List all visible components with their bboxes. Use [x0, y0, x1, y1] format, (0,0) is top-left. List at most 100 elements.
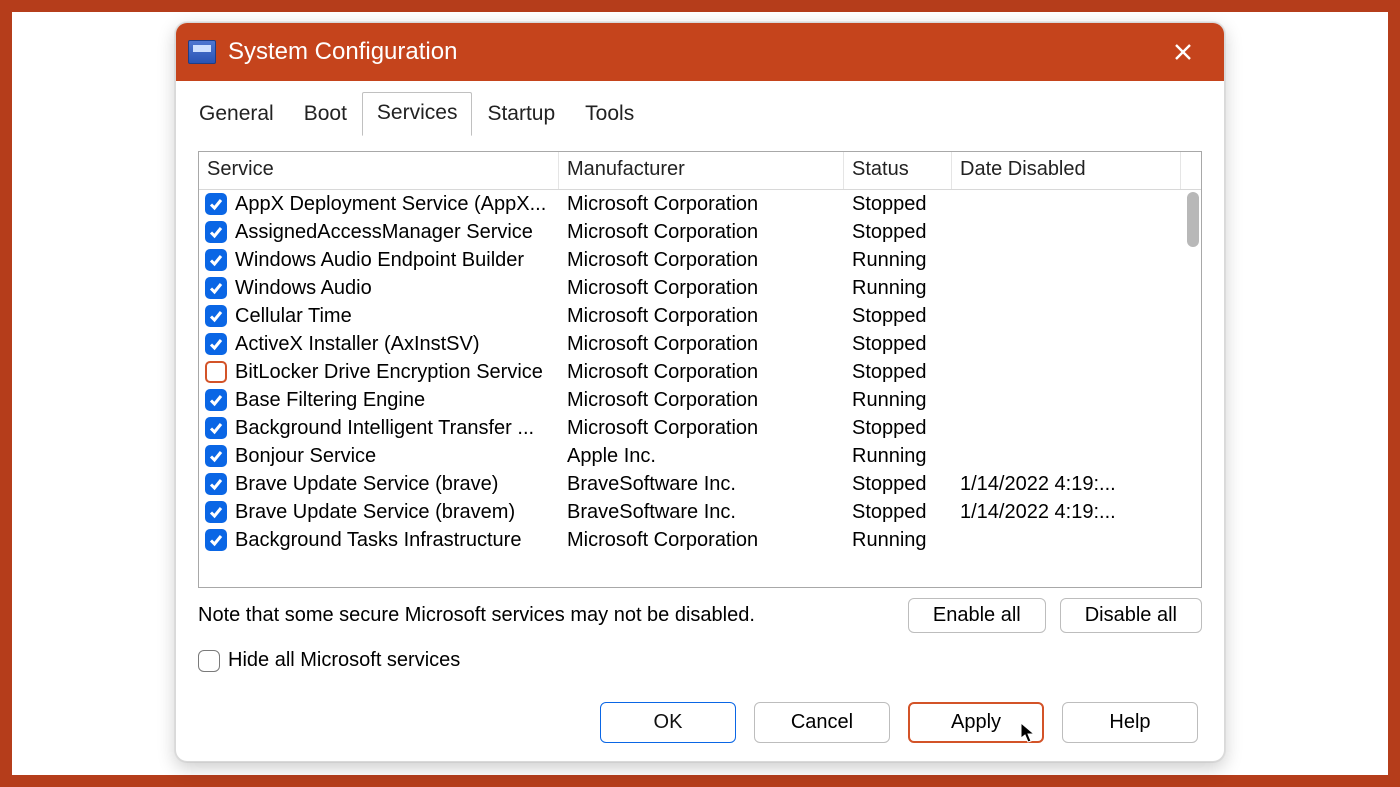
service-checkbox[interactable]: [205, 417, 227, 439]
apply-button[interactable]: Apply: [908, 702, 1044, 743]
service-row[interactable]: Background Intelligent Transfer ... Micro…: [199, 414, 1201, 442]
service-name: Windows Audio Endpoint Builder: [235, 249, 524, 272]
service-name: Background Tasks Infrastructure: [235, 529, 521, 552]
service-status: Stopped: [844, 190, 952, 218]
services-list: Service Manufacturer Status Date Disable…: [198, 151, 1202, 588]
service-date-disabled: [952, 230, 1181, 235]
col-status[interactable]: Status: [844, 152, 952, 189]
service-name: BitLocker Drive Encryption Service: [235, 361, 543, 384]
service-checkbox[interactable]: [205, 249, 227, 271]
window-title: System Configuration: [228, 38, 1160, 66]
service-name: AppX Deployment Service (AppX...: [235, 193, 546, 216]
service-manufacturer: Microsoft Corporation: [559, 358, 844, 386]
service-status: Stopped: [844, 414, 952, 442]
service-checkbox[interactable]: [205, 361, 227, 383]
service-checkbox[interactable]: [205, 473, 227, 495]
service-name: Brave Update Service (brave): [235, 473, 498, 496]
ok-button[interactable]: OK: [600, 702, 736, 743]
tab-services[interactable]: Services: [362, 92, 473, 136]
service-date-disabled: 1/14/2022 4:19:...: [952, 498, 1181, 526]
service-manufacturer: Microsoft Corporation: [559, 526, 844, 554]
service-date-disabled: [952, 454, 1181, 459]
service-checkbox[interactable]: [205, 389, 227, 411]
service-manufacturer: Microsoft Corporation: [559, 218, 844, 246]
service-row[interactable]: Brave Update Service (brave) BraveSoftwar…: [199, 470, 1201, 498]
service-date-disabled: [952, 342, 1181, 347]
col-service[interactable]: Service: [199, 152, 559, 189]
service-status: Running: [844, 246, 952, 274]
service-checkbox[interactable]: [205, 221, 227, 243]
tab-startup[interactable]: Startup: [472, 93, 570, 136]
service-status: Stopped: [844, 358, 952, 386]
service-date-disabled: [952, 538, 1181, 543]
service-row[interactable]: Bonjour Service Apple Inc.Running: [199, 442, 1201, 470]
col-date-disabled[interactable]: Date Disabled: [952, 152, 1181, 189]
service-row[interactable]: Base Filtering EngineMicrosoft Corporati…: [199, 386, 1201, 414]
service-manufacturer: Microsoft Corporation: [559, 386, 844, 414]
service-manufacturer: Microsoft Corporation: [559, 330, 844, 358]
close-icon: [1174, 43, 1192, 61]
service-row[interactable]: Background Tasks Infrastructure Microsoft…: [199, 526, 1201, 554]
help-button[interactable]: Help: [1062, 702, 1198, 743]
service-checkbox[interactable]: [205, 305, 227, 327]
tab-general[interactable]: General: [184, 93, 289, 136]
service-row[interactable]: AssignedAccessManager ServiceMicrosoft C…: [199, 218, 1201, 246]
service-manufacturer: Microsoft Corporation: [559, 414, 844, 442]
service-checkbox[interactable]: [205, 501, 227, 523]
service-name: Windows Audio: [235, 277, 372, 300]
service-status: Stopped: [844, 302, 952, 330]
service-status: Running: [844, 274, 952, 302]
scrollbar-thumb[interactable]: [1187, 192, 1199, 247]
app-icon: [188, 40, 216, 64]
title-bar: System Configuration: [176, 23, 1224, 81]
service-date-disabled: [952, 286, 1181, 291]
service-status: Running: [844, 442, 952, 470]
service-row[interactable]: AppX Deployment Service (AppX... Microsof…: [199, 190, 1201, 218]
service-manufacturer: Microsoft Corporation: [559, 246, 844, 274]
service-date-disabled: [952, 398, 1181, 403]
note-text: Note that some secure Microsoft services…: [198, 604, 892, 627]
service-name: Bonjour Service: [235, 445, 376, 468]
close-button[interactable]: [1160, 38, 1206, 66]
service-status: Stopped: [844, 498, 952, 526]
service-manufacturer: Microsoft Corporation: [559, 302, 844, 330]
service-row[interactable]: BitLocker Drive Encryption Service Micros…: [199, 358, 1201, 386]
service-date-disabled: [952, 314, 1181, 319]
enable-all-button[interactable]: Enable all: [908, 598, 1046, 633]
service-status: Stopped: [844, 218, 952, 246]
service-checkbox[interactable]: [205, 277, 227, 299]
service-manufacturer: Microsoft Corporation: [559, 274, 844, 302]
service-manufacturer: BraveSoftware Inc.: [559, 470, 844, 498]
service-name: Brave Update Service (bravem): [235, 501, 515, 524]
service-manufacturer: Microsoft Corporation: [559, 190, 844, 218]
service-date-disabled: 1/14/2022 4:19:...: [952, 470, 1181, 498]
service-manufacturer: Apple Inc.: [559, 442, 844, 470]
service-row[interactable]: Windows Audio Microsoft CorporationRunnin…: [199, 274, 1201, 302]
service-status: Stopped: [844, 330, 952, 358]
service-row[interactable]: Windows Audio Endpoint Builder Microsoft …: [199, 246, 1201, 274]
service-checkbox[interactable]: [205, 193, 227, 215]
service-date-disabled: [952, 258, 1181, 263]
service-name: Background Intelligent Transfer ...: [235, 417, 534, 440]
dialog-footer: OK Cancel Apply Help: [176, 688, 1224, 761]
service-row[interactable]: ActiveX Installer (AxInstSV)Microsoft Co…: [199, 330, 1201, 358]
col-manufacturer[interactable]: Manufacturer: [559, 152, 844, 189]
hide-microsoft-checkbox[interactable]: [198, 650, 220, 672]
service-date-disabled: [952, 426, 1181, 431]
service-row[interactable]: Cellular Time Microsoft CorporationStoppe…: [199, 302, 1201, 330]
service-name: Cellular Time: [235, 305, 352, 328]
tab-tools[interactable]: Tools: [570, 93, 649, 136]
system-configuration-dialog: System Configuration GeneralBootServices…: [175, 22, 1225, 762]
service-status: Running: [844, 386, 952, 414]
service-checkbox[interactable]: [205, 529, 227, 551]
tab-boot[interactable]: Boot: [289, 93, 362, 136]
disable-all-button[interactable]: Disable all: [1060, 598, 1202, 633]
tab-strip: GeneralBootServicesStartupTools: [176, 81, 1224, 135]
service-date-disabled: [952, 202, 1181, 207]
service-manufacturer: BraveSoftware Inc.: [559, 498, 844, 526]
cancel-button[interactable]: Cancel: [754, 702, 890, 743]
service-date-disabled: [952, 370, 1181, 375]
service-checkbox[interactable]: [205, 333, 227, 355]
service-checkbox[interactable]: [205, 445, 227, 467]
service-row[interactable]: Brave Update Service (bravem) BraveSoftwa…: [199, 498, 1201, 526]
